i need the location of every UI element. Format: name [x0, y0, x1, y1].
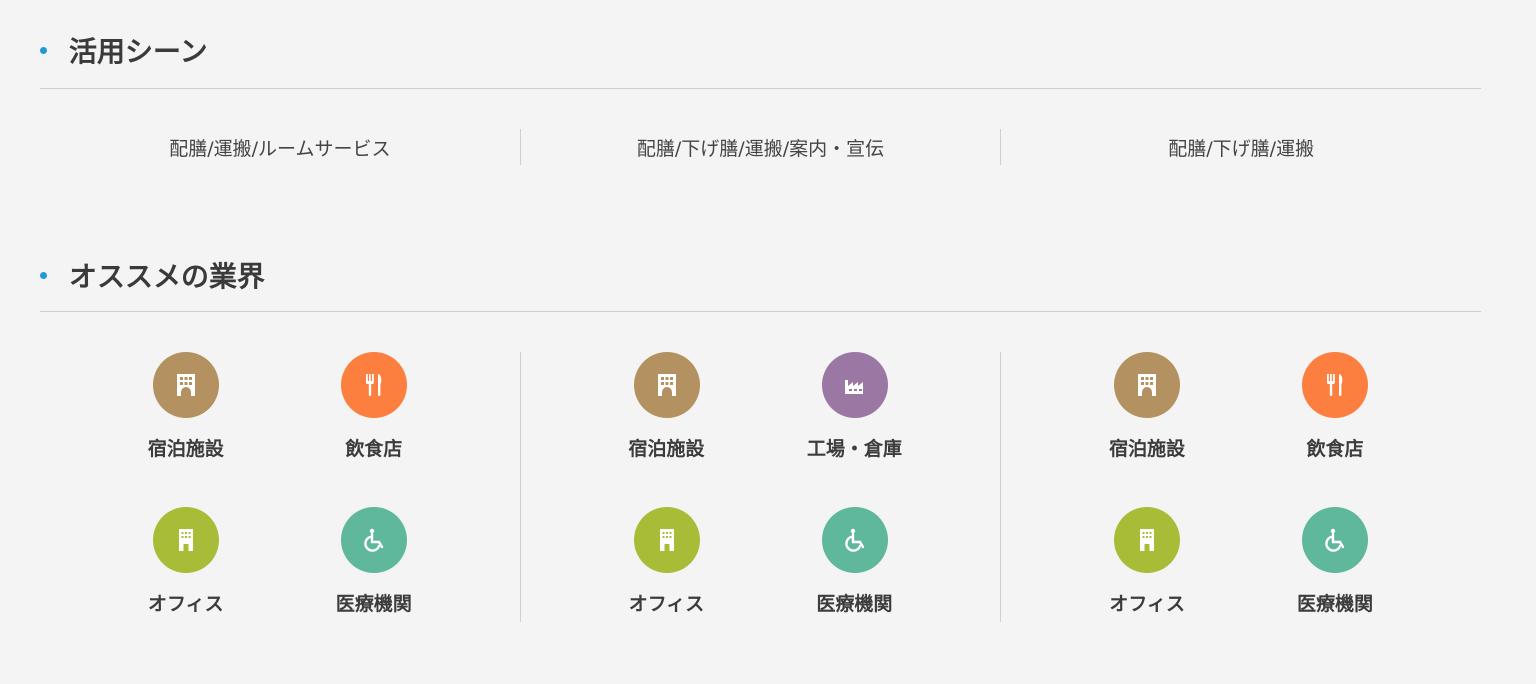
scene-cell: 配膳/下げ膳/運搬/案内・宣伝 [519, 129, 1001, 165]
industry-column: 宿泊施設 飲食店オフィス 医療機関 [40, 352, 520, 622]
accessible-icon [821, 507, 888, 573]
industries-divider [40, 311, 1481, 312]
industries-title-text: オススメの業界 [69, 260, 266, 293]
hotel-icon [1114, 352, 1181, 418]
industry-label: 宿泊施設 [147, 438, 224, 460]
restaurant-icon [340, 352, 407, 418]
industry-item: 宿泊施設 [573, 352, 761, 507]
industry-label: 宿泊施設 [1109, 438, 1186, 460]
title-bullet [40, 46, 47, 54]
scenes-title-text: 活用シーン [69, 35, 208, 68]
industry-item: オフィス [92, 507, 280, 622]
industry-item: オフィス [1053, 507, 1241, 622]
scene-label: 配膳/運搬/ルームサービス [169, 137, 391, 160]
industry-label: 医療機関 [1297, 593, 1374, 615]
scene-label: 配膳/下げ膳/運搬 [1168, 137, 1315, 160]
industry-label: 飲食店 [1306, 438, 1364, 460]
industry-item: 飲食店 [1241, 352, 1429, 507]
scenes-divider [40, 88, 1481, 89]
office-icon [1114, 507, 1181, 573]
scene-cell: 配膳/下げ膳/運搬 [1000, 129, 1481, 165]
industry-label: 医療機関 [335, 593, 412, 615]
restaurant-icon [1302, 352, 1369, 418]
title-bullet [40, 271, 47, 279]
industry-row: 宿泊施設 飲食店オフィス 医療機関 宿泊施設 工場・倉庫オフィス 医療機関 宿泊施設 飲食店オ… [40, 352, 1481, 622]
industry-item: 宿泊施設 [1053, 352, 1241, 507]
accessible-icon [1302, 507, 1369, 573]
industry-item: 宿泊施設 [92, 352, 280, 507]
industry-item: 飲食店 [280, 352, 468, 507]
industry-label: オフィス [628, 593, 705, 615]
office-icon [152, 507, 219, 573]
industry-item: 医療機関 [761, 507, 949, 622]
industry-label: 工場・倉庫 [806, 438, 902, 460]
factory-icon [821, 352, 888, 418]
industries-section-title: オススメの業界 [40, 255, 265, 295]
industry-item: 医療機関 [280, 507, 468, 622]
hotel-icon [152, 352, 219, 418]
industry-label: オフィス [148, 593, 224, 615]
industry-item: 工場・倉庫 [761, 352, 949, 507]
industry-label: 医療機関 [816, 593, 893, 615]
industry-label: オフィス [1109, 593, 1185, 615]
hotel-icon [633, 352, 700, 418]
industry-label: 飲食店 [345, 438, 403, 460]
industry-label: 宿泊施設 [628, 438, 705, 460]
accessible-icon [340, 507, 407, 573]
industry-item: オフィス [573, 507, 761, 622]
industry-column: 宿泊施設 工場・倉庫オフィス 医療機関 [519, 352, 1001, 622]
industry-item: 医療機関 [1241, 507, 1429, 622]
scene-label: 配膳/下げ膳/運搬/案内・宣伝 [636, 137, 885, 160]
scene-cell: 配膳/運搬/ルームサービス [40, 129, 520, 165]
scene-row: 配膳/運搬/ルームサービス 配膳/下げ膳/運搬/案内・宣伝 配膳/下げ膳/運搬 [40, 129, 1481, 165]
scenes-section-title: 活用シーン [40, 30, 208, 70]
office-icon [633, 507, 700, 573]
industry-column: 宿泊施設 飲食店オフィス 医療機関 [1000, 352, 1481, 622]
